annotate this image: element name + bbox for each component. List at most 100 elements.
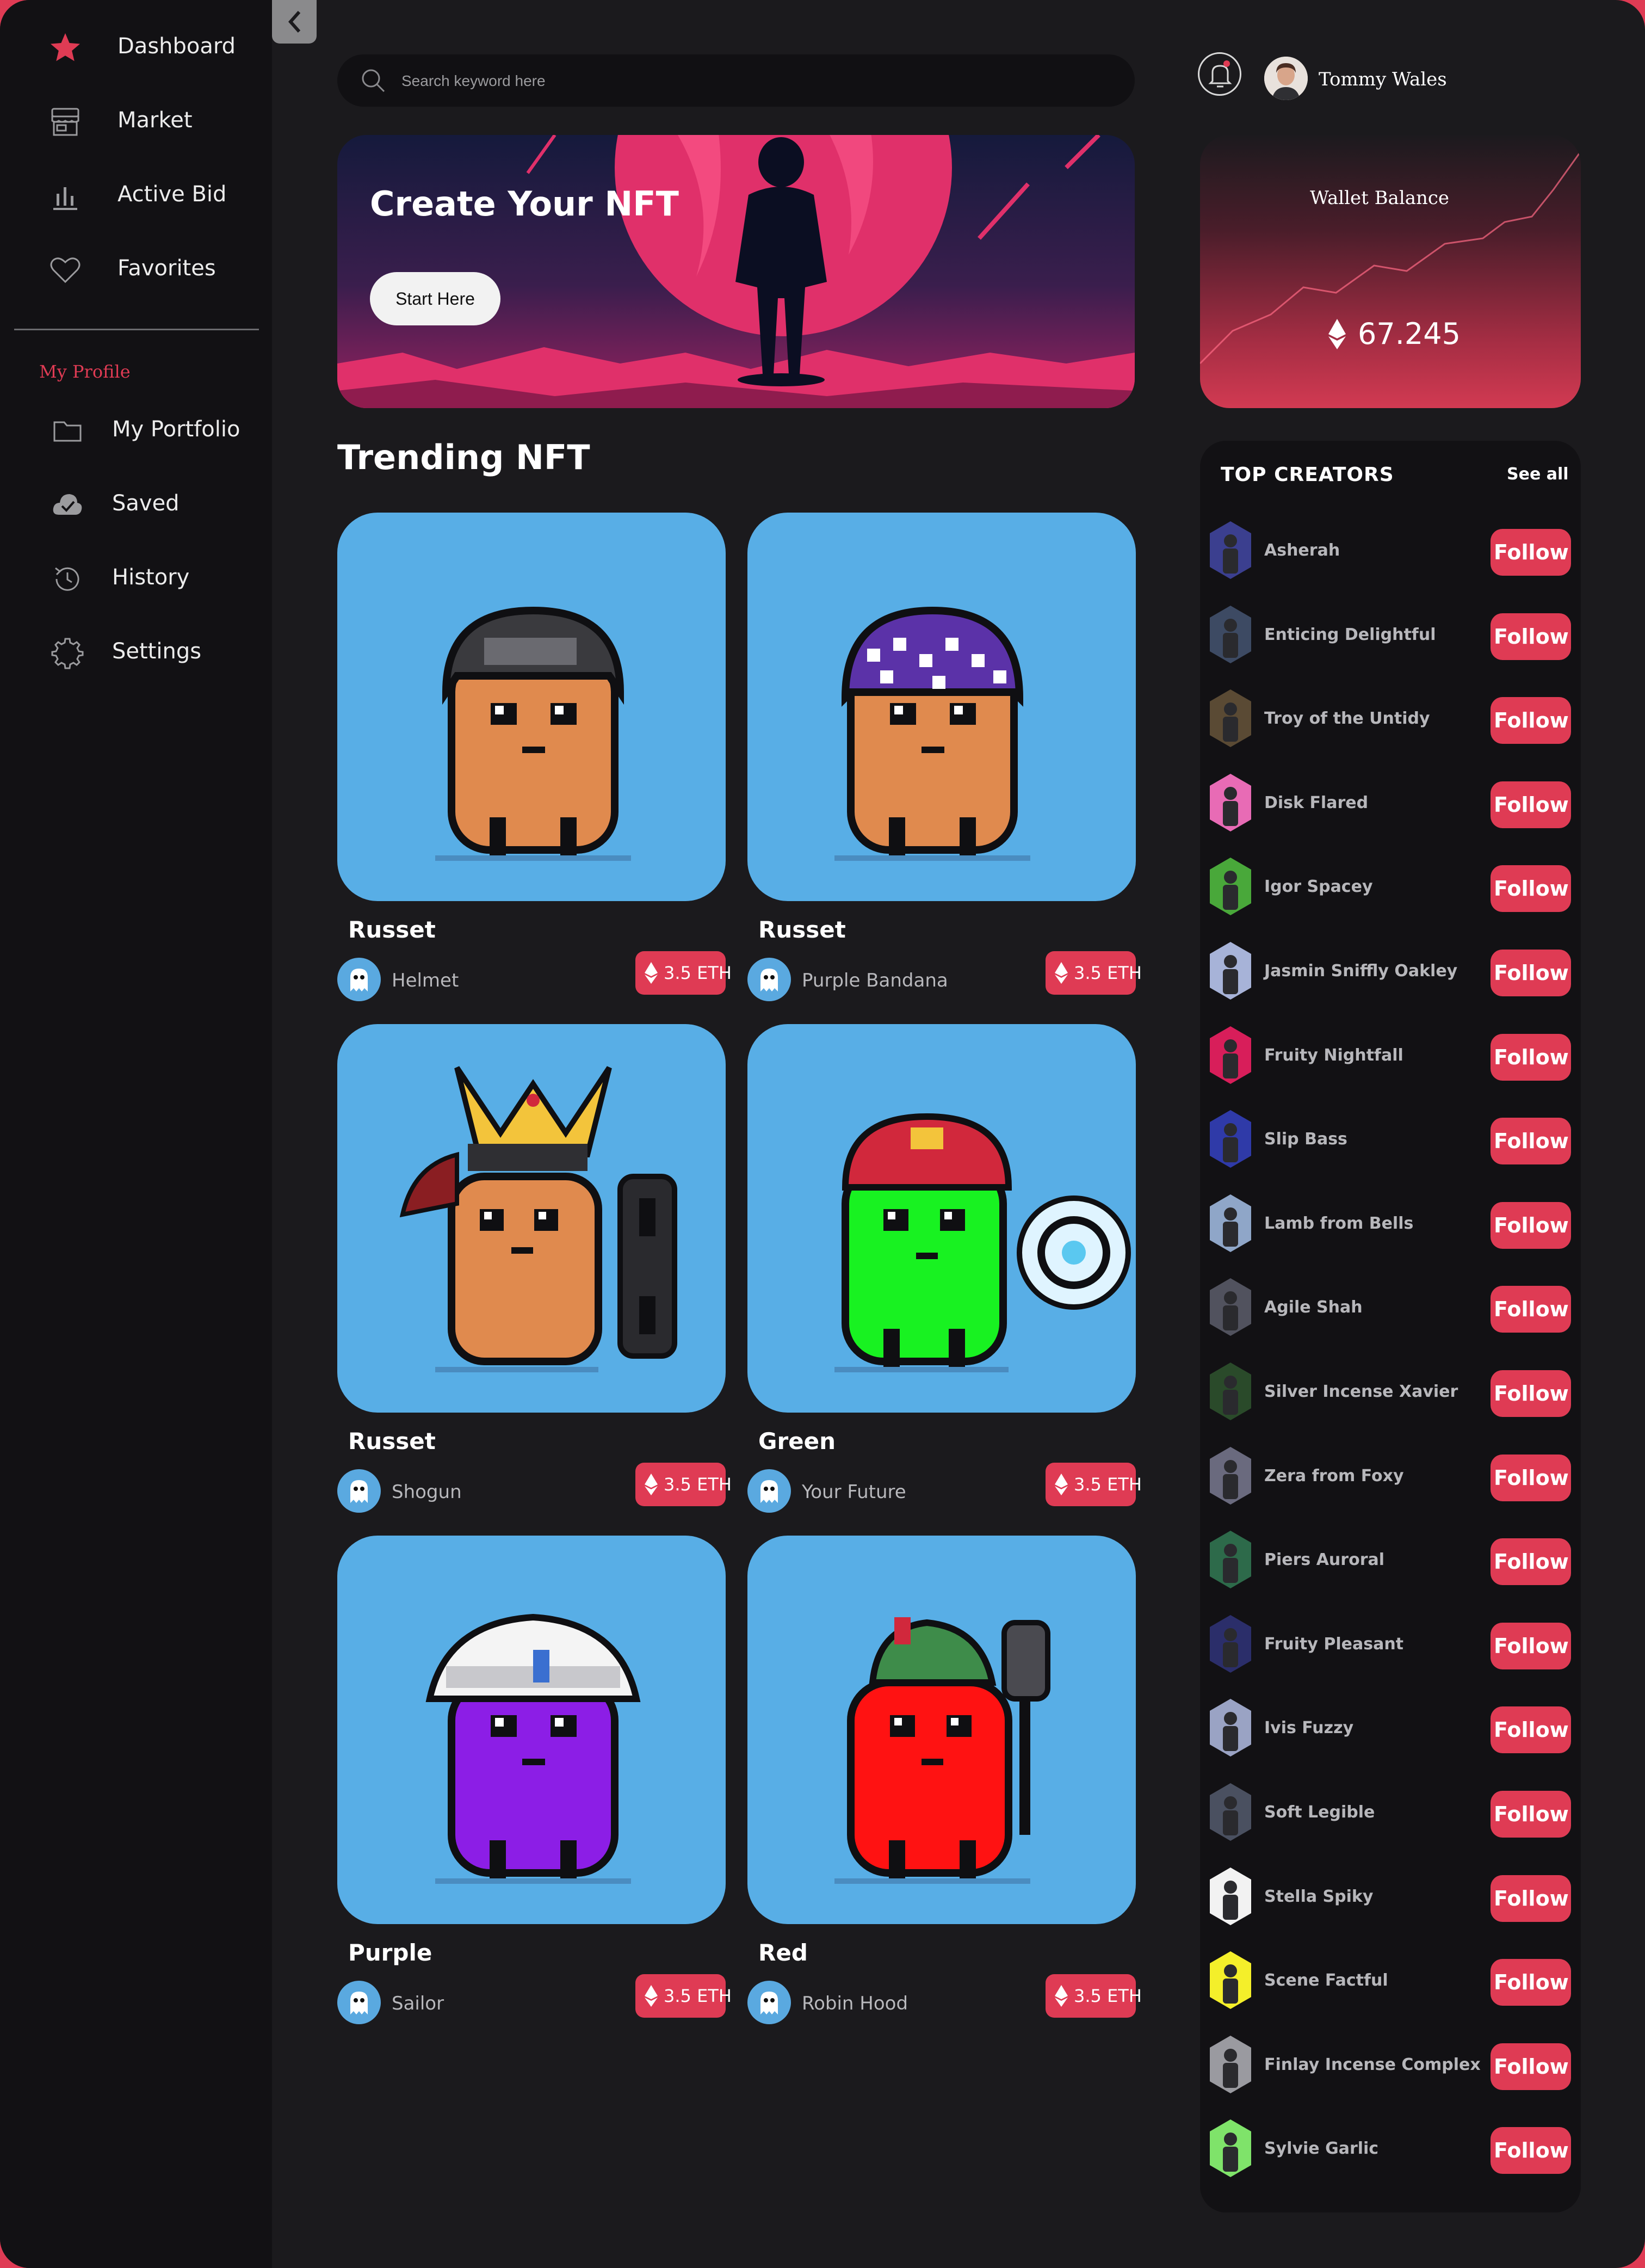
nft-owner: Helmet <box>392 970 459 991</box>
follow-button[interactable]: Follow <box>1491 1622 1571 1669</box>
sidebar-section-label: My Profile <box>39 361 131 382</box>
creator-avatar[interactable] <box>1209 1783 1252 1841</box>
follow-button[interactable]: Follow <box>1491 529 1571 576</box>
creator-name: Asherah <box>1264 541 1340 560</box>
nft-image <box>747 1024 1136 1413</box>
creator-avatar[interactable] <box>1209 521 1252 579</box>
bell-icon <box>1208 60 1232 88</box>
nft-image <box>337 1024 726 1413</box>
nft-card[interactable]: Red Robin Hood 3.5 ETH <box>747 1536 1142 2047</box>
follow-button[interactable]: Follow <box>1491 697 1571 744</box>
creator-name: Slip Bass <box>1264 1130 1347 1149</box>
follow-button[interactable]: Follow <box>1491 1118 1571 1165</box>
nft-title: Russet <box>758 916 846 943</box>
gear-icon <box>51 638 84 669</box>
sidebar-item-dashboard[interactable]: Dashboard <box>0 21 272 75</box>
creator-row: Fruity Nightfall Follow <box>1200 1020 1581 1090</box>
nft-image <box>337 513 726 901</box>
follow-button[interactable]: Follow <box>1491 1454 1571 1501</box>
creator-row: Lamb from Bells Follow <box>1200 1188 1581 1259</box>
creator-name: Fruity Pleasant <box>1264 1634 1404 1654</box>
follow-button[interactable]: Follow <box>1491 1033 1571 1081</box>
follow-button[interactable]: Follow <box>1491 1538 1571 1586</box>
follow-button[interactable]: Follow <box>1491 1370 1571 1417</box>
sidebar-item-label: History <box>112 565 190 590</box>
nft-price: 3.5 ETH <box>664 963 732 983</box>
nft-card[interactable]: Russet Purple Bandana 3.5 ETH <box>747 513 1142 1024</box>
creator-avatar[interactable] <box>1209 689 1252 748</box>
nft-card[interactable]: Purple Sailor 3.5 ETH <box>337 1536 732 2047</box>
creator-avatar[interactable] <box>1209 1194 1252 1252</box>
creator-avatar[interactable] <box>1209 1951 1252 2010</box>
sidebar-item-history[interactable]: History <box>0 552 272 606</box>
follow-button[interactable]: Follow <box>1491 1201 1571 1249</box>
sidebar-item-saved[interactable]: Saved <box>0 478 272 532</box>
follow-button[interactable]: Follow <box>1491 613 1571 660</box>
creator-row: Asherah Follow <box>1200 515 1581 586</box>
creator-row: Stella Spiky Follow <box>1200 1861 1581 1932</box>
collapse-sidebar-button[interactable] <box>272 0 317 44</box>
follow-button[interactable]: Follow <box>1491 1286 1571 1333</box>
nft-title: Russet <box>348 1428 436 1455</box>
follow-button[interactable]: Follow <box>1491 781 1571 828</box>
creator-avatar[interactable] <box>1209 1446 1252 1505</box>
app-frame: Dashboard Market Active Bid Favorites My… <box>0 0 1645 2268</box>
creator-avatar[interactable] <box>1209 1531 1252 1589</box>
owner-avatar <box>337 958 381 1001</box>
nft-card[interactable]: Russet Helmet 3.5 ETH <box>337 513 732 1024</box>
creator-avatar[interactable] <box>1209 1699 1252 1757</box>
follow-button[interactable]: Follow <box>1491 1706 1571 1754</box>
creator-row: Finlay Incense Complex Follow <box>1200 2029 1581 2100</box>
creator-avatar[interactable] <box>1209 1278 1252 1336</box>
sidebar-item-favorites[interactable]: Favorites <box>0 243 272 297</box>
follow-button[interactable]: Follow <box>1491 1959 1571 2006</box>
sidebar-item-my-portfolio[interactable]: My Portfolio <box>0 404 272 458</box>
creator-row: Sylvie Garlic Follow <box>1200 2113 1581 2184</box>
creator-avatar[interactable] <box>1209 858 1252 916</box>
sidebar-item-market[interactable]: Market <box>0 95 272 149</box>
nft-price: 3.5 ETH <box>1074 963 1142 983</box>
nft-card[interactable]: Russet Shogun 3.5 ETH <box>337 1024 732 1536</box>
follow-button[interactable]: Follow <box>1491 2043 1571 2090</box>
creator-name: Igor Spacey <box>1264 877 1373 897</box>
creator-name: Disk Flared <box>1264 793 1369 812</box>
creator-avatar[interactable] <box>1209 1867 1252 1925</box>
see-all-link[interactable]: See all <box>1507 465 1569 484</box>
sidebar-divider <box>14 329 259 330</box>
creator-avatar[interactable] <box>1209 1363 1252 1420</box>
creator-avatar[interactable] <box>1209 1026 1252 1084</box>
creator-avatar[interactable] <box>1209 773 1252 831</box>
creator-name: Ivis Fuzzy <box>1264 1718 1354 1738</box>
creator-avatar[interactable] <box>1209 605 1252 663</box>
creator-row: Zera from Foxy Follow <box>1200 1440 1581 1511</box>
sidebar-item-settings[interactable]: Settings <box>0 626 272 680</box>
nft-owner: Robin Hood <box>802 1993 908 2014</box>
search-input[interactable] <box>400 65 1110 97</box>
creator-avatar[interactable] <box>1209 1110 1252 1168</box>
start-here-button[interactable]: Start Here <box>370 272 500 325</box>
notification-button[interactable] <box>1198 52 1241 96</box>
nft-character-art <box>834 1113 1131 1372</box>
creator-avatar[interactable] <box>1209 942 1252 1000</box>
creator-row: Ivis Fuzzy Follow <box>1200 1692 1581 1763</box>
follow-button[interactable]: Follow <box>1491 950 1571 996</box>
user-name: Tommy Wales <box>1319 69 1447 90</box>
creator-avatar[interactable] <box>1209 1614 1252 1673</box>
nft-price: 3.5 ETH <box>664 1474 732 1495</box>
nft-title: Red <box>758 1939 808 1966</box>
nft-card[interactable]: Green Your Future 3.5 ETH <box>747 1024 1142 1536</box>
search-bar[interactable] <box>337 54 1135 107</box>
creator-avatar[interactable] <box>1209 2035 1252 2093</box>
ghost-icon <box>350 1992 368 2014</box>
nft-owner: Shogun <box>392 1481 462 1503</box>
creator-row: Troy of the Untidy Follow <box>1200 683 1581 754</box>
user-avatar[interactable] <box>1264 57 1308 100</box>
ghost-icon <box>350 969 368 991</box>
follow-button[interactable]: Follow <box>1491 865 1571 913</box>
follow-button[interactable]: Follow <box>1491 1875 1571 1922</box>
creator-row: Piers Auroral Follow <box>1200 1524 1581 1595</box>
sidebar-item-active-bid[interactable]: Active Bid <box>0 169 272 223</box>
follow-button[interactable]: Follow <box>1491 1791 1571 1838</box>
creator-avatar[interactable] <box>1209 2119 1252 2178</box>
follow-button[interactable]: Follow <box>1491 2127 1571 2174</box>
